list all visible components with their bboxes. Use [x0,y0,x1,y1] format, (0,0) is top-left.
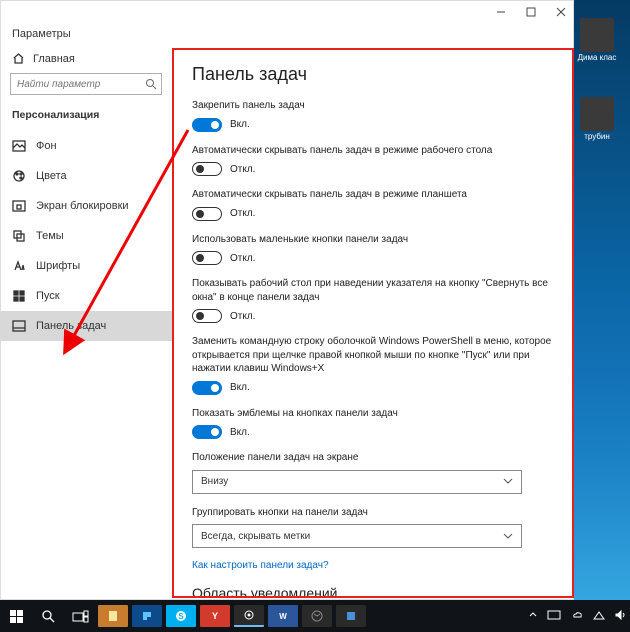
running-app-settings[interactable] [234,605,264,627]
toggle-state-text: Откл. [230,164,255,175]
nav-taskbar[interactable]: Панель задач [0,311,172,341]
search-taskbar-icon[interactable] [32,600,64,632]
svg-text:S: S [178,612,184,621]
svg-text:Y: Y [212,611,218,621]
pinned-app[interactable] [302,605,332,627]
toggle-switch[interactable] [192,425,222,439]
tray-keyboard-icon[interactable] [547,610,561,622]
setting-label: Автоматически скрывать панель задач в ре… [192,188,554,202]
home-link[interactable]: Главная [0,48,172,73]
nav-colors[interactable]: Цвета [0,161,172,191]
nav-fonts[interactable]: Шрифты [0,251,172,281]
search-input[interactable] [10,73,162,95]
tray-volume-icon[interactable] [615,610,626,622]
tray-chevron-icon[interactable] [529,611,537,621]
setting-label: Автоматически скрывать панель задач в ре… [192,144,554,158]
tray-network-icon[interactable] [593,610,605,622]
toggle-state-text: Вкл. [230,427,250,438]
nav-lockscreen[interactable]: Экран блокировки [0,191,172,221]
minimize-button[interactable] [494,5,508,19]
close-button[interactable] [554,5,568,19]
setting-label: Закрепить панель задач [192,99,554,113]
toggle-switch[interactable] [192,118,222,132]
toggle-state-text: Вкл. [230,382,250,393]
setting-label: Показывать рабочий стол при наведении ук… [192,277,554,304]
toggle-state-text: Откл. [230,208,255,219]
setting-label: Группировать кнопки на панели задач [192,506,554,520]
sidebar: Главная Персонализация Фон Цвета Экран б… [0,48,172,598]
pinned-app[interactable] [98,605,128,627]
pinned-app[interactable] [132,605,162,627]
content-pane[interactable]: Панель задач Закрепить панель задач Вкл.… [172,48,574,598]
setting-label: Положение панели задач на экране [192,451,554,465]
setting-label: Использовать маленькие кнопки панели зад… [192,233,554,247]
desktop-icon[interactable]: трубин [574,97,620,142]
toggle-state-text: Откл. [230,253,255,264]
toggle-switch[interactable] [192,309,222,323]
window-title: Параметры [0,24,574,48]
nav-themes[interactable]: Темы [0,221,172,251]
pinned-app[interactable] [336,605,366,627]
taskbar[interactable]: S Y W [0,600,630,632]
section-heading: Область уведомлений [192,585,554,598]
maximize-button[interactable] [524,5,538,19]
taskbar-position-select[interactable]: Внизу [192,470,522,494]
settings-window: Параметры Главная Персонализация Фон Цве… [0,0,574,600]
search-icon [145,77,157,95]
toggle-switch[interactable] [192,207,222,221]
page-title: Панель задач [192,64,554,85]
pinned-app[interactable]: Y [200,605,230,627]
combine-buttons-select[interactable]: Всегда, скрывать метки [192,524,522,548]
nav-start[interactable]: Пуск [0,281,172,311]
chevron-down-icon [503,531,513,542]
toggle-switch[interactable] [192,162,222,176]
setting-label: Показать эмблемы на кнопках панели задач [192,407,554,421]
desktop-icon[interactable]: Дима клас [574,18,620,63]
chevron-down-icon [503,476,513,487]
start-button[interactable] [0,600,32,632]
tray-onedrive-icon[interactable] [571,611,583,622]
toggle-state-text: Вкл. [230,119,250,130]
toggle-state-text: Откл. [230,311,255,322]
system-tray[interactable] [529,610,630,622]
titlebar [0,0,574,24]
help-link[interactable]: Как настроить панели задач? [192,560,554,571]
pinned-app-skype[interactable]: S [166,605,196,627]
section-label: Персонализация [0,107,172,131]
pinned-app-word[interactable]: W [268,605,298,627]
toggle-switch[interactable] [192,251,222,265]
nav-background[interactable]: Фон [0,131,172,161]
toggle-switch[interactable] [192,381,222,395]
taskview-icon[interactable] [64,600,96,632]
search-box[interactable] [10,73,162,95]
svg-text:W: W [279,612,287,621]
setting-label: Заменить командную строку оболочкой Wind… [192,335,554,376]
